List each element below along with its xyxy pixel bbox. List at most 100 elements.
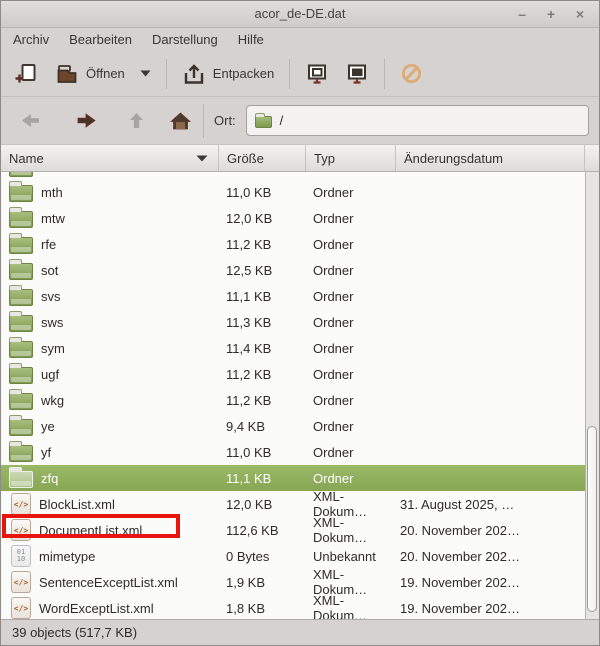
dropdown-caret-icon[interactable] [140,70,151,77]
file-name: SentenceExceptList.xml [39,575,178,590]
cell-name: sot [9,257,219,283]
file-name: sym [41,341,65,356]
menu-bearbeiten[interactable]: Bearbeiten [59,29,142,50]
cell-date [396,257,585,283]
window-title: acor_de-DE.dat [1,1,599,27]
file-name: rfe [41,237,56,252]
cell-type: XML-Dokum… [306,491,396,517]
add-folder-button[interactable] [337,56,377,92]
folder-icon [9,263,33,280]
table-row[interactable]: 0110mimetype0 BytesUnbekannt20. November… [1,543,585,569]
cell-type: Ordner [306,387,396,413]
table-row[interactable]: </>SentenceExceptList.xml1,9 KBXML-Dokum… [1,569,585,595]
table-row[interactable]: zfq11,1 KBOrdner [1,465,585,491]
cell-name: ugf [9,361,219,387]
menu-darstellung[interactable]: Darstellung [142,29,228,50]
table-row[interactable]: yf11,0 KBOrdner [1,439,585,465]
new-archive-button[interactable] [7,56,47,92]
path-input[interactable]: / [246,105,589,136]
cell-type: Unbekannt [306,543,396,569]
column-header-date[interactable]: Änderungsdatum [396,145,585,171]
menu-hilfe[interactable]: Hilfe [228,29,274,50]
cell-size: 11,4 KB [219,335,306,361]
cell-type: Ordner [306,283,396,309]
toolbar-separator [384,59,385,89]
new-archive-icon [15,62,39,86]
folder-icon [9,237,33,254]
cell-date: 31. August 2025, … [396,491,585,517]
open-button-label: Öffnen [86,66,125,81]
cell-type: Ordner [306,465,396,491]
window-controls: – + × [513,1,589,27]
minimize-icon[interactable]: – [513,5,531,23]
column-header-size[interactable]: Größe [219,145,306,171]
table-row[interactable]: wkg11,2 KBOrdner [1,387,585,413]
file-name: DocumentList.xml [39,523,142,538]
table-row[interactable] [1,172,585,179]
folder-icon [9,172,33,177]
scrollbar-thumb[interactable] [587,426,597,612]
table-row[interactable]: ugf11,2 KBOrdner [1,361,585,387]
cell-date [396,205,585,231]
file-name: svs [41,289,61,304]
file-name: mimetype [39,549,95,564]
table-row[interactable]: </>DocumentList.xml112,6 KBXML-Dokum…20.… [1,517,585,543]
extract-button[interactable]: Entpacken [174,56,282,92]
archive-manager-window: acor_de-DE.dat – + × Archiv Bearbeiten D… [0,0,600,646]
column-header-name[interactable]: Name [1,145,219,171]
add-files-button[interactable] [297,56,337,92]
table-row[interactable]: mth11,0 KBOrdner [1,179,585,205]
up-icon [129,112,144,129]
column-header-row: Name Größe Typ Änderungsdatum [1,144,599,172]
extract-icon [182,62,206,86]
column-label: Größe [227,151,264,166]
cell-size: 11,2 KB [219,361,306,387]
toolbar: Öffnen Entpacken [1,51,599,96]
table-row[interactable]: sws11,3 KBOrdner [1,309,585,335]
forward-button[interactable] [71,106,101,136]
home-button[interactable] [165,106,195,136]
table-row[interactable]: </>BlockList.xml12,0 KBXML-Dokum…31. Aug… [1,491,585,517]
cell-date [396,387,585,413]
navbar-separator [203,104,204,138]
menu-archiv[interactable]: Archiv [3,29,59,50]
back-icon [21,113,40,128]
table-row[interactable]: sot12,5 KBOrdner [1,257,585,283]
table-row[interactable]: </>WordExceptList.xml1,8 KBXML-Dokum…19.… [1,595,585,619]
table-row[interactable]: svs11,1 KBOrdner [1,283,585,309]
close-icon[interactable]: × [571,5,589,23]
add-folder-icon [345,62,369,86]
table-row[interactable]: mtw 12,0 KBOrdner [1,205,585,231]
folder-icon [9,211,33,228]
vertical-scrollbar[interactable] [585,172,599,619]
file-name: BlockList.xml [39,497,115,512]
cell-size: 9,4 KB [219,413,306,439]
table-row[interactable]: rfe11,2 KBOrdner [1,231,585,257]
up-button [121,106,151,136]
navigation-bar: Ort: / [1,96,599,144]
cell-type: Ordner [306,231,396,257]
cell-date [396,309,585,335]
column-label: Typ [314,151,335,166]
file-name: mth [41,185,63,200]
cell-name: </>SentenceExceptList.xml [9,569,219,595]
folder-icon [9,367,33,384]
cell-size: 1,9 KB [219,569,306,595]
cell-name: zfq [9,465,219,491]
cell-size [219,172,306,179]
table-row[interactable]: ye9,4 KBOrdner [1,413,585,439]
cell-size: 11,0 KB [219,439,306,465]
cell-type: Ordner [306,205,396,231]
cell-date [396,465,585,491]
open-archive-button[interactable]: Öffnen [47,56,159,92]
column-header-type[interactable]: Typ [306,145,396,171]
cell-date: 19. November 202… [396,595,585,619]
cell-name: 0110mimetype [9,543,219,569]
table-row[interactable]: sym11,4 KBOrdner [1,335,585,361]
back-button [15,106,45,136]
list-area: mth11,0 KBOrdnermtw12,0 KBOrdnerrfe11,2 … [1,172,599,619]
file-name: mtw [41,211,65,226]
cell-name: sws [9,309,219,335]
cell-size: 12,0 KB [219,205,306,231]
maximize-icon[interactable]: + [542,5,560,23]
